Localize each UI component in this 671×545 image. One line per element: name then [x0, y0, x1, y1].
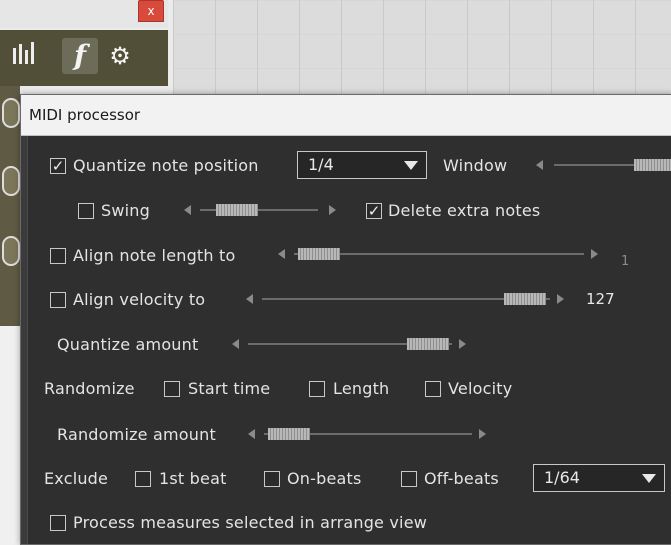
exclude-off-beats-checkbox[interactable] [401, 471, 417, 487]
exclude-on-beats-checkbox[interactable] [264, 471, 280, 487]
randomize-start-time-checkbox[interactable] [164, 381, 180, 397]
swing-slider[interactable] [184, 203, 336, 217]
randomize-start-time-label: Start time [188, 379, 271, 398]
arrow-left-icon[interactable] [248, 429, 255, 439]
delete-extra-label: Delete extra notes [388, 201, 541, 220]
dialog-body: Quantize note position 1/4 Window Swing … [27, 136, 671, 544]
arrow-right-icon[interactable] [479, 429, 486, 439]
arrow-right-icon[interactable] [329, 205, 336, 215]
close-tab-icon[interactable]: x [138, 0, 164, 22]
window-slider[interactable] [536, 158, 671, 172]
randomize-velocity-label: Velocity [448, 379, 513, 398]
slider-thumb[interactable] [504, 293, 546, 305]
exclude-on-beats-label: On-beats [287, 469, 362, 488]
arrow-right-icon[interactable] [557, 294, 564, 304]
chevron-down-icon [642, 474, 656, 483]
arrow-right-icon[interactable] [459, 339, 466, 349]
slider-thumb[interactable] [216, 204, 258, 216]
exclude-off-beats-label: Off-beats [424, 469, 499, 488]
chevron-down-icon [404, 161, 418, 170]
midi-processor-dialog: MIDI processor Quantize note position 1/… [20, 94, 671, 545]
quantize-amount-slider[interactable] [232, 337, 468, 351]
swing-label: Swing [101, 201, 150, 220]
quantize-checkbox[interactable] [50, 158, 66, 174]
align-velocity-checkbox[interactable] [50, 292, 66, 308]
quantize-amount-label: Quantize amount [57, 335, 199, 354]
align-length-slider[interactable] [278, 247, 600, 261]
arrow-left-icon[interactable] [184, 205, 191, 215]
quantize-grid-dropdown[interactable]: 1/4 [297, 151, 427, 179]
process-measures-label: Process measures selected in arrange vie… [73, 513, 428, 532]
randomize-amount-slider[interactable] [248, 427, 488, 441]
arrow-left-icon[interactable] [536, 160, 543, 170]
exclude-first-beat-checkbox[interactable] [135, 471, 151, 487]
quantize-grid-value: 1/4 [308, 155, 334, 174]
randomize-amount-label: Randomize amount [57, 425, 216, 444]
gear-icon[interactable]: ⚙ [102, 38, 138, 74]
align-length-value: 1 [621, 254, 630, 269]
process-measures-checkbox[interactable] [50, 515, 66, 531]
arrow-left-icon[interactable] [278, 249, 285, 259]
align-length-checkbox[interactable] [50, 248, 66, 264]
slider-thumb[interactable] [407, 338, 449, 350]
swing-checkbox[interactable] [78, 203, 94, 219]
align-velocity-label: Align velocity to [73, 290, 206, 309]
window-label: Window [443, 156, 508, 175]
exclude-grid-value: 1/64 [544, 468, 580, 487]
randomize-label: Randomize [44, 379, 135, 398]
knob-icon[interactable] [2, 236, 20, 266]
randomize-length-label: Length [333, 379, 390, 398]
randomize-length-checkbox[interactable] [309, 381, 325, 397]
delete-extra-checkbox[interactable] [366, 203, 382, 219]
arrow-right-icon[interactable] [591, 249, 598, 259]
mixer-icon[interactable] [6, 38, 42, 74]
randomize-velocity-checkbox[interactable] [425, 381, 441, 397]
slider-thumb[interactable] [634, 159, 671, 171]
knob-icon[interactable] [2, 166, 20, 196]
arrow-left-icon[interactable] [246, 294, 253, 304]
align-velocity-value: 127 [586, 290, 615, 308]
arrange-grid [173, 0, 671, 100]
knob-icon[interactable] [2, 98, 20, 128]
side-strip [0, 86, 20, 326]
dialog-titlebar[interactable]: MIDI processor [21, 95, 671, 136]
function-icon[interactable]: f [62, 38, 98, 74]
background-toolbar: f ⚙ [0, 30, 168, 86]
exclude-grid-dropdown[interactable]: 1/64 [533, 464, 665, 492]
exclude-first-beat-label: 1st beat [159, 469, 227, 488]
align-length-label: Align note length to [73, 246, 236, 265]
quantize-label: Quantize note position [73, 156, 259, 175]
align-velocity-slider[interactable] [246, 292, 566, 306]
slider-thumb[interactable] [298, 248, 340, 260]
exclude-label: Exclude [44, 469, 109, 488]
dialog-title: MIDI processor [29, 106, 141, 124]
slider-thumb[interactable] [268, 428, 310, 440]
arrow-left-icon[interactable] [232, 339, 239, 349]
